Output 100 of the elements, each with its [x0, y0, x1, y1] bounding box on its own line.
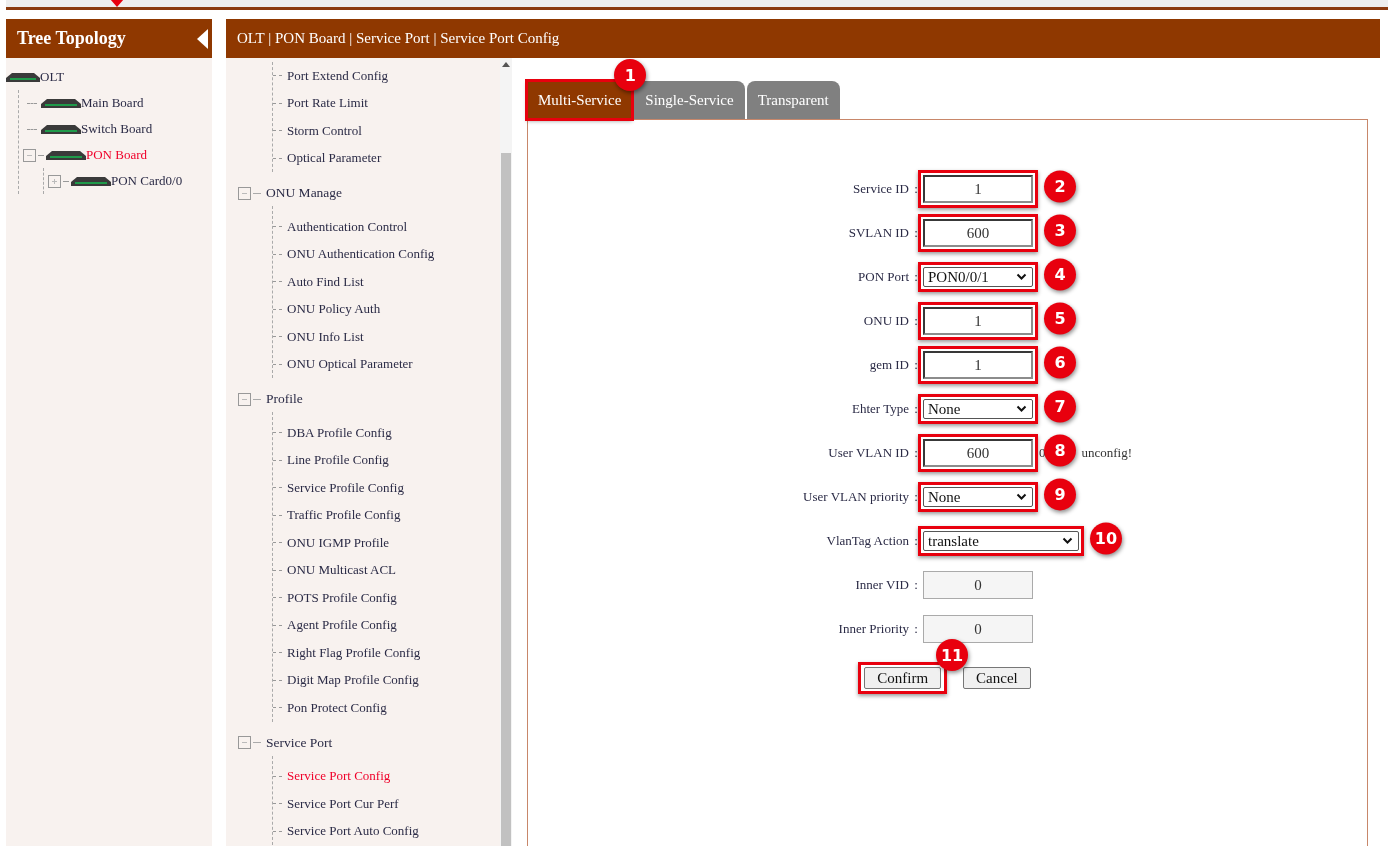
menu-item[interactable]: ONU IGMP Profile: [287, 534, 390, 551]
input-field[interactable]: 600: [923, 439, 1033, 467]
input-field[interactable]: 0: [923, 571, 1033, 599]
step-badge: 8: [1044, 434, 1076, 467]
menu-item[interactable]: POTS Profile Config: [287, 589, 397, 606]
menu-item[interactable]: ONU Authentication Config: [287, 246, 435, 263]
menu-group[interactable]: ONU Manage: [266, 185, 343, 201]
device-icon: [6, 72, 40, 82]
device-icon: [41, 98, 81, 108]
field-label: User VLAN priority: [802, 489, 909, 505]
field-label: Inner VID: [854, 577, 909, 593]
menu-item[interactable]: Service Port Config: [287, 768, 391, 785]
step-badge: 2: [1044, 170, 1076, 203]
menu-item[interactable]: ONU Optical Parameter: [287, 356, 413, 373]
tree-node[interactable]: PON Board: [86, 147, 148, 163]
colon: :: [913, 489, 919, 505]
field-label: User VLAN ID: [827, 445, 909, 461]
colon: :: [913, 181, 919, 197]
menu-item[interactable]: Traffic Profile Config: [287, 507, 401, 524]
menu-item[interactable]: Auto Find List: [287, 273, 364, 290]
chevron-down-icon: [1016, 405, 1027, 413]
menu-item[interactable]: Pon Protect Config: [287, 699, 387, 716]
menu-item[interactable]: Service Port Auto Config: [287, 823, 419, 840]
menu-item[interactable]: Service Profile Config: [287, 479, 404, 496]
step-badge: 6: [1044, 346, 1076, 379]
tree-node[interactable]: PON Card0/0: [111, 173, 183, 189]
chevron-down-icon: [1016, 273, 1027, 281]
dropdown[interactable]: PON0/0/1: [923, 267, 1033, 287]
chevron-down-icon: [1062, 537, 1073, 545]
menu-item[interactable]: Port Extend Config: [287, 67, 389, 84]
colon: :: [913, 313, 919, 329]
dropdown[interactable]: None: [923, 399, 1033, 419]
collapse-icon[interactable]: [23, 148, 36, 162]
hint-text: 0: [1039, 445, 1046, 461]
input-field[interactable]: 1: [923, 307, 1033, 335]
step-badge: 1: [614, 59, 647, 91]
device-icon: [71, 176, 111, 186]
cancel-button[interactable]: Cancel: [963, 667, 1031, 689]
menu-item[interactable]: ONU Policy Auth: [287, 301, 381, 318]
menu-group[interactable]: Profile: [266, 391, 303, 407]
expand-icon[interactable]: [48, 174, 61, 188]
pointer-icon: [110, 0, 124, 7]
step-badge: 5: [1044, 302, 1076, 335]
chevron-down-icon: [1016, 493, 1027, 501]
field-label: ONU ID: [862, 313, 909, 329]
dropdown[interactable]: None: [923, 487, 1033, 507]
collapse-icon[interactable]: [238, 736, 251, 749]
dropdown[interactable]: translate: [923, 531, 1079, 551]
colon: :: [913, 225, 919, 241]
tab[interactable]: Transparent: [746, 81, 840, 119]
menu-item[interactable]: Service Port Cur Perf: [287, 795, 399, 812]
tab[interactable]: Multi-Service: [527, 81, 633, 119]
colon: :: [913, 269, 919, 285]
menu-item[interactable]: Authentication Control: [287, 218, 408, 235]
input-field[interactable]: 1: [923, 175, 1033, 203]
breadcrumb: OLT | PON Board | Service Port | Service Port Config: [226, 19, 1380, 58]
menu-item[interactable]: ONU Multicast ACL: [287, 562, 397, 579]
field-label: SVLAN ID: [847, 225, 909, 241]
tree-node[interactable]: Switch Board: [81, 121, 153, 137]
tree-node[interactable]: Main Board: [81, 95, 144, 111]
menu-item[interactable]: Line Profile Config: [287, 452, 389, 469]
collapse-icon[interactable]: [238, 392, 251, 406]
colon: :: [913, 445, 919, 461]
step-badge: 4: [1044, 258, 1076, 291]
menu-item[interactable]: DBA Profile Config: [287, 424, 392, 441]
colon: :: [913, 357, 919, 373]
menu-item[interactable]: Digit Map Profile Config: [287, 672, 419, 689]
menu-item[interactable]: Port Rate Limit: [287, 95, 368, 112]
tree-node[interactable]: OLT: [40, 69, 65, 85]
step-badge: 7: [1044, 390, 1076, 423]
menu-item[interactable]: ONU Info List: [287, 328, 364, 345]
field-label: Ehter Type: [851, 401, 909, 417]
device-icon: [46, 150, 86, 160]
colon: :: [913, 621, 919, 637]
field-label: PON Port: [857, 269, 909, 285]
step-badge: 3: [1044, 214, 1076, 247]
step-badge: 10: [1090, 522, 1122, 555]
tab[interactable]: Single-Service: [634, 81, 745, 119]
scroll-up-icon[interactable]: [502, 62, 510, 67]
device-icon: [41, 124, 81, 134]
menu-item[interactable]: Storm Control: [287, 122, 362, 139]
hint-text: unconfig!: [1081, 445, 1133, 461]
input-field[interactable]: 600: [923, 219, 1033, 247]
scrollbar[interactable]: [500, 58, 512, 846]
confirm-button[interactable]: Confirm: [864, 667, 942, 689]
menu-item[interactable]: Optical Parameter: [287, 150, 382, 167]
field-label: gem ID: [868, 357, 909, 373]
menu-item[interactable]: Agent Profile Config: [287, 617, 397, 634]
step-badge: 11: [936, 639, 969, 671]
menu-group[interactable]: Service Port: [266, 734, 333, 751]
collapse-left-icon[interactable]: [197, 28, 208, 49]
colon: :: [913, 533, 919, 549]
field-label: Inner Priority: [837, 621, 909, 637]
input-field[interactable]: 1: [923, 351, 1033, 379]
colon: :: [913, 577, 919, 593]
collapse-icon[interactable]: [238, 186, 251, 200]
menu-item[interactable]: Right Flag Profile Config: [287, 644, 421, 661]
input-field[interactable]: 0: [923, 615, 1033, 643]
field-label: Service ID: [852, 181, 909, 197]
colon: :: [913, 401, 919, 417]
